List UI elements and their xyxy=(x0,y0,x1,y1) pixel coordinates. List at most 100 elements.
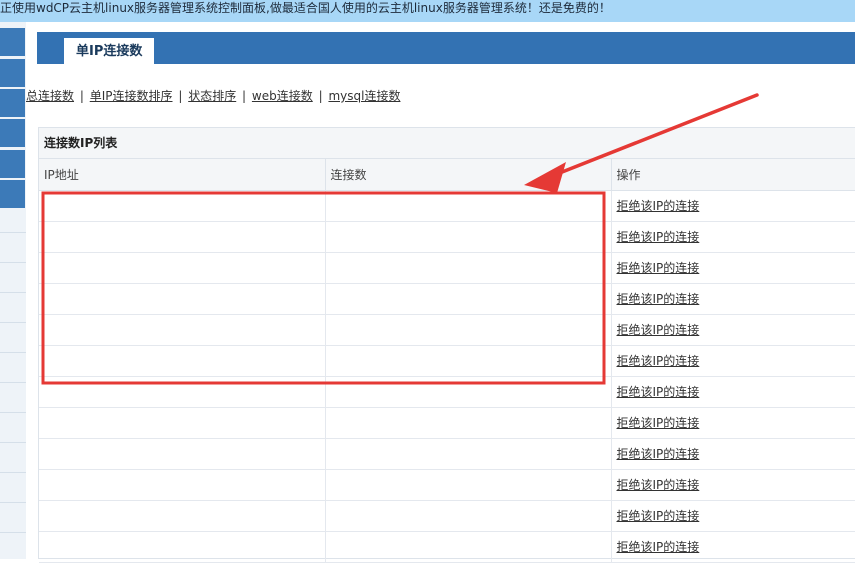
action-cell: 拒绝该IP的连接 xyxy=(611,221,855,253)
sidebar-nav-button[interactable] xyxy=(0,59,25,87)
table-row: 拒绝该IP的连接 xyxy=(39,376,855,408)
subnav-web-connections-link[interactable]: web连接数 xyxy=(252,89,313,103)
table-row: 拒绝该IP的连接 xyxy=(39,407,855,439)
ip-cell xyxy=(39,376,326,408)
count-cell xyxy=(325,252,612,284)
sidebar-divider xyxy=(0,382,26,383)
action-cell: 拒绝该IP的连接 xyxy=(611,500,855,532)
sidebar-nav-button[interactable] xyxy=(0,28,25,56)
count-cell xyxy=(325,500,612,532)
reject-ip-link[interactable]: 拒绝该IP的连接 xyxy=(617,478,700,492)
left-sidebar xyxy=(0,22,26,559)
reject-ip-link[interactable]: 拒绝该IP的连接 xyxy=(617,385,700,399)
count-cell xyxy=(325,531,612,563)
table-row: 拒绝该IP的连接 xyxy=(39,500,855,532)
count-cell xyxy=(325,314,612,346)
panel-title: 连接数IP列表 xyxy=(39,128,855,159)
ip-cell xyxy=(39,314,326,346)
sidebar-nav-button[interactable] xyxy=(0,180,25,208)
count-cell xyxy=(325,345,612,377)
action-cell: 拒绝该IP的连接 xyxy=(611,531,855,563)
announcement-text: 正使用wdCP云主机linux服务器管理系统控制面板,做最适合国人使用的云主机l… xyxy=(0,1,611,15)
sidebar-nav-button[interactable] xyxy=(0,89,25,117)
ip-cell xyxy=(39,345,326,377)
table-row: 拒绝该IP的连接 xyxy=(39,345,855,377)
ip-connection-panel: 连接数IP列表 IP地址 连接数 操作 拒绝该IP的连接 拒绝该IP的连接 拒绝该I… xyxy=(38,127,855,563)
sidebar-divider xyxy=(0,292,26,293)
sidebar-divider xyxy=(0,322,26,323)
sidebar-divider xyxy=(0,262,26,263)
table-row: 拒绝该IP的连接 xyxy=(39,283,855,315)
table-header-row: IP地址 连接数 操作 xyxy=(39,159,855,191)
reject-ip-link[interactable]: 拒绝该IP的连接 xyxy=(617,509,700,523)
subnav-separator: | xyxy=(178,89,183,103)
ip-cell xyxy=(39,221,326,253)
count-cell xyxy=(325,190,612,222)
reject-ip-link[interactable]: 拒绝该IP的连接 xyxy=(617,199,700,213)
subnav-total-connections-link[interactable]: 总连接数 xyxy=(26,89,74,103)
page-title-tab[interactable]: 单IP连接数 xyxy=(64,38,155,64)
table-row: 拒绝该IP的连接 xyxy=(39,252,855,284)
ip-cell xyxy=(39,252,326,284)
subnav-per-ip-sort-link[interactable]: 单IP连接数排序 xyxy=(90,89,173,103)
reject-ip-link[interactable]: 拒绝该IP的连接 xyxy=(617,230,700,244)
column-header-count: 连接数 xyxy=(325,159,612,191)
action-cell: 拒绝该IP的连接 xyxy=(611,407,855,439)
table-row: 拒绝该IP的连接 xyxy=(39,314,855,346)
ip-cell xyxy=(39,531,326,563)
ip-connection-table: IP地址 连接数 操作 拒绝该IP的连接 拒绝该IP的连接 拒绝该IP的连接 拒绝该I… xyxy=(39,159,855,563)
action-cell: 拒绝该IP的连接 xyxy=(611,345,855,377)
sidebar-divider xyxy=(0,532,26,533)
table-row: 拒绝该IP的连接 xyxy=(39,190,855,222)
action-cell: 拒绝该IP的连接 xyxy=(611,438,855,470)
action-cell: 拒绝该IP的连接 xyxy=(611,190,855,222)
sidebar-divider xyxy=(0,412,26,413)
table-row: 拒绝该IP的连接 xyxy=(39,438,855,470)
subnav-status-sort-link[interactable]: 状态排序 xyxy=(188,89,236,103)
action-cell: 拒绝该IP的连接 xyxy=(611,283,855,315)
count-cell xyxy=(325,407,612,439)
table-row: 拒绝该IP的连接 xyxy=(39,531,855,563)
column-header-ip: IP地址 xyxy=(39,159,326,191)
reject-ip-link[interactable]: 拒绝该IP的连接 xyxy=(617,416,700,430)
sidebar-divider xyxy=(0,232,26,233)
ip-cell xyxy=(39,283,326,315)
subnav-separator: | xyxy=(242,89,247,103)
sidebar-divider xyxy=(0,472,26,473)
ip-cell xyxy=(39,469,326,501)
ip-cell xyxy=(39,190,326,222)
ip-cell xyxy=(39,500,326,532)
reject-ip-link[interactable]: 拒绝该IP的连接 xyxy=(617,261,700,275)
action-cell: 拒绝该IP的连接 xyxy=(611,314,855,346)
subnav-mysql-connections-link[interactable]: mysql连接数 xyxy=(328,89,400,103)
count-cell xyxy=(325,438,612,470)
sidebar-divider xyxy=(0,442,26,443)
main-content: 单IP连接数 总连接数 | 单IP连接数排序 | 状态排序 | web连接数 |… xyxy=(26,22,855,563)
reject-ip-link[interactable]: 拒绝该IP的连接 xyxy=(617,540,700,554)
reject-ip-link[interactable]: 拒绝该IP的连接 xyxy=(617,292,700,306)
page-title-bar: 单IP连接数 xyxy=(37,32,855,64)
sidebar-nav-button[interactable] xyxy=(0,119,25,147)
sidebar-divider xyxy=(0,352,26,353)
sub-navigation: 总连接数 | 单IP连接数排序 | 状态排序 | web连接数 | mysql连… xyxy=(26,86,400,108)
ip-cell xyxy=(39,438,326,470)
count-cell xyxy=(325,376,612,408)
ip-cell xyxy=(39,407,326,439)
reject-ip-link[interactable]: 拒绝该IP的连接 xyxy=(617,323,700,337)
action-cell: 拒绝该IP的连接 xyxy=(611,469,855,501)
count-cell xyxy=(325,469,612,501)
action-cell: 拒绝该IP的连接 xyxy=(611,376,855,408)
table-row: 拒绝该IP的连接 xyxy=(39,469,855,501)
subnav-separator: | xyxy=(318,89,323,103)
subnav-separator: | xyxy=(79,89,84,103)
reject-ip-link[interactable]: 拒绝该IP的连接 xyxy=(617,354,700,368)
count-cell xyxy=(325,283,612,315)
table-row: 拒绝该IP的连接 xyxy=(39,221,855,253)
sidebar-nav-button[interactable] xyxy=(0,150,25,178)
action-cell: 拒绝该IP的连接 xyxy=(611,252,855,284)
column-header-action: 操作 xyxy=(611,159,855,191)
sidebar-divider xyxy=(0,502,26,503)
count-cell xyxy=(325,221,612,253)
announcement-banner: 正使用wdCP云主机linux服务器管理系统控制面板,做最适合国人使用的云主机l… xyxy=(0,0,855,22)
reject-ip-link[interactable]: 拒绝该IP的连接 xyxy=(617,447,700,461)
